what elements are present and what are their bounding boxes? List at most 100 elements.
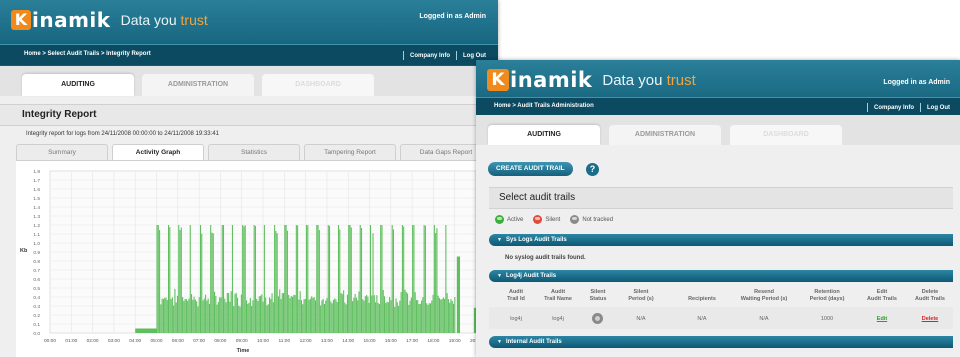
delete-link-cell: Delete xyxy=(906,316,954,322)
tab-auditing[interactable]: AUDITING xyxy=(488,125,600,145)
tagline: Data you trust xyxy=(121,12,208,28)
x-tick-label: 13:00 xyxy=(321,338,333,344)
activity-bar xyxy=(202,300,204,333)
status-legend: Active Silent Not tracked xyxy=(495,215,623,224)
activity-bar xyxy=(391,225,393,333)
activity-bar xyxy=(307,225,309,333)
activity-bar xyxy=(428,303,430,333)
log-out-link[interactable]: Log Out xyxy=(927,105,950,111)
activity-bar xyxy=(291,296,294,333)
subtab-activity-graph[interactable]: Activity Graph xyxy=(112,144,204,160)
log-out-link[interactable]: Log Out xyxy=(463,53,486,59)
tab-administration[interactable]: ADMINISTRATION xyxy=(609,125,721,145)
y-tick-label: 1.3 xyxy=(33,214,40,220)
nav-bar: Home > Select Audit Trails > Integrity R… xyxy=(0,44,498,65)
y-tick-label: 1.2 xyxy=(33,223,40,229)
activity-bar xyxy=(274,225,276,333)
activity-bar xyxy=(371,295,373,333)
help-icon[interactable]: ? xyxy=(586,163,599,176)
breadcrumb[interactable]: Home > Audit Trails Administration xyxy=(494,103,594,109)
activity-bar xyxy=(433,225,435,333)
tab-dashboard[interactable]: DASHBOARD xyxy=(262,74,374,96)
activity-bar xyxy=(135,328,157,333)
activity-bar xyxy=(395,298,397,333)
legend-not-tracked: Not tracked xyxy=(570,215,613,224)
silent-status-icon xyxy=(533,215,543,224)
activity-bar xyxy=(405,291,407,333)
activity-bar xyxy=(309,298,311,333)
edit-link[interactable]: Edit xyxy=(877,316,887,322)
activity-bar xyxy=(171,297,173,333)
activity-bar xyxy=(355,297,357,333)
company-info-link[interactable]: Company Info xyxy=(874,105,914,111)
syslog-section-header[interactable]: ▼ Sys Logs Audit Trails xyxy=(489,234,953,246)
activity-bar xyxy=(226,292,228,333)
header-line: Silent xyxy=(633,289,649,295)
subtab-summary[interactable]: Summary xyxy=(16,144,108,160)
tab-administration[interactable]: ADMINISTRATION xyxy=(142,74,254,96)
y-tick-label: 1.5 xyxy=(33,196,40,202)
activity-bar xyxy=(334,298,336,333)
col-header-retention: Retention Period (days) xyxy=(792,289,862,303)
y-axis-label: Kb xyxy=(20,248,28,254)
col-header-silent-period: Silent Period (s) xyxy=(616,289,666,303)
activity-bar xyxy=(267,304,269,333)
activity-bar xyxy=(445,225,447,333)
activity-bar xyxy=(308,299,310,333)
activity-bar xyxy=(196,301,198,333)
header-line: Audit xyxy=(508,289,524,295)
activity-bar xyxy=(456,256,461,333)
activity-bar xyxy=(316,225,318,333)
activity-bar xyxy=(419,303,421,333)
activity-bar xyxy=(208,303,210,333)
logo-word: inamik xyxy=(32,8,111,32)
x-tick-label: 06:00 xyxy=(172,338,184,344)
breadcrumb[interactable]: Home > Select Audit Trails > Integrity R… xyxy=(24,51,151,57)
y-tick-label: 0.1 xyxy=(33,322,40,328)
tagline-main: Data you xyxy=(602,71,667,89)
activity-chart-panel: 0.0 0.1 0.2 0.3 0.4 0.5 0.6 0.7 0.8 0.9 1.0 1.1 1.2 1… xyxy=(16,160,498,357)
internal-section-header[interactable]: ▼ Internal Audit Trails xyxy=(489,336,953,348)
activity-bar xyxy=(426,303,428,333)
page-title: Integrity Report xyxy=(22,109,97,120)
subtab-statistics[interactable]: Statistics xyxy=(208,144,300,160)
collapse-arrow-icon: ▼ xyxy=(497,237,502,243)
edit-link-cell: Edit xyxy=(860,316,904,322)
x-tick-label: 01:00 xyxy=(65,338,77,344)
activity-bar xyxy=(203,298,205,333)
activity-bar xyxy=(240,294,242,333)
company-info-link[interactable]: Company Info xyxy=(410,53,450,59)
log4j-section-header[interactable]: ▼ Log4j Audit Trails xyxy=(489,270,953,282)
activity-bar xyxy=(270,298,272,333)
y-tick-label: 0.4 xyxy=(33,295,40,301)
y-tick-label: 1.0 xyxy=(33,241,40,247)
y-tick-label: 0.8 xyxy=(33,259,40,265)
create-audit-trail-button[interactable]: CREATE AUDIT TRAIL xyxy=(488,162,573,176)
activity-bar xyxy=(271,293,273,333)
log4j-section-label: Log4j Audit Trails xyxy=(505,273,557,279)
activity-bar xyxy=(235,292,237,333)
activity-bar xyxy=(257,300,259,333)
activity-bar xyxy=(446,293,448,333)
activity-bar xyxy=(404,289,406,333)
activity-bar xyxy=(440,299,442,333)
activity-bar xyxy=(247,303,249,333)
activity-bar xyxy=(366,295,368,333)
activity-bar xyxy=(387,302,389,333)
x-tick-label: 11:00 xyxy=(278,338,290,344)
activity-bar xyxy=(364,296,366,333)
activity-bar xyxy=(160,304,162,333)
activity-bar xyxy=(182,297,184,333)
activity-bar xyxy=(427,304,429,333)
activity-bar xyxy=(210,225,212,333)
activity-bar xyxy=(312,297,314,333)
subtab-tampering-report[interactable]: Tampering Report xyxy=(304,144,396,160)
activity-bar xyxy=(294,295,296,333)
tab-auditing[interactable]: AUDITING xyxy=(22,74,134,96)
activity-bar xyxy=(352,301,354,333)
tab-dashboard[interactable]: DASHBOARD xyxy=(730,125,842,145)
activity-bar xyxy=(211,232,213,333)
activity-bar xyxy=(414,292,416,333)
delete-link[interactable]: Delete xyxy=(922,316,939,322)
activity-bar xyxy=(165,297,167,333)
